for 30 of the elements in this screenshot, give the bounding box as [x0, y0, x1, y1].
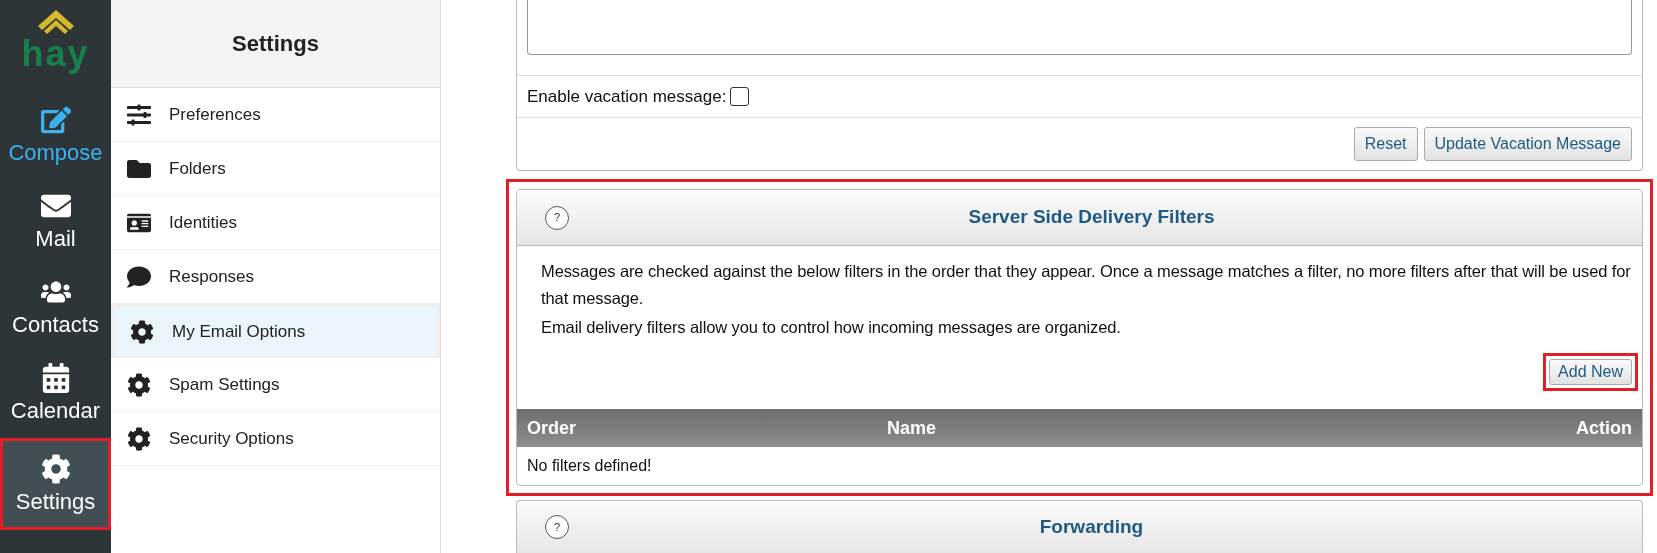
sliders-icon: [127, 102, 151, 127]
nav-button[interactable]: Contacts: [0, 264, 111, 350]
nav-button[interactable]: Calendar: [0, 350, 111, 436]
calendar-icon: [40, 363, 71, 393]
description-text: Email delivery filters allow you to control how incoming messages are organized.: [541, 317, 1122, 338]
column-header: Order: [527, 416, 578, 440]
gear-icon: [130, 320, 154, 344]
add-new-button[interactable]: Add New: [1543, 353, 1638, 391]
column-header: Name: [887, 416, 938, 440]
nav-button[interactable]: Compose: [0, 92, 111, 178]
empty-message: No filters defined!: [527, 456, 652, 476]
settings-menu-item[interactable]: My Email Options: [111, 304, 440, 358]
nav-button[interactable]: Mail: [0, 178, 111, 264]
help-icon[interactable]: ?: [545, 205, 569, 230]
form-button[interactable]: Reset: [1353, 127, 1418, 161]
gear-icon: [127, 372, 151, 397]
card-title: Server Side Delivery Filters: [967, 205, 1216, 230]
description-text: Messages are checked against the below filters in the order that they appear. Once a message matches a filter, no more filters after that will be used for that message.: [541, 261, 1632, 309]
vacation-checkbox[interactable]: [730, 87, 750, 106]
form-button[interactable]: Update Vacation Message: [1423, 127, 1632, 161]
gear-icon: [40, 454, 71, 484]
column-header: Action: [1576, 416, 1632, 440]
card-title: Forwarding: [1038, 514, 1145, 539]
checkbox-label: Enable vacation message:: [527, 85, 727, 108]
panel-title: Settings: [232, 30, 319, 58]
gear-icon: [127, 426, 151, 451]
nav-button[interactable]: Settings: [0, 438, 111, 530]
speech-bubble-icon: [127, 264, 151, 289]
help-icon[interactable]: ?: [545, 515, 569, 539]
edit-icon: [40, 105, 71, 135]
